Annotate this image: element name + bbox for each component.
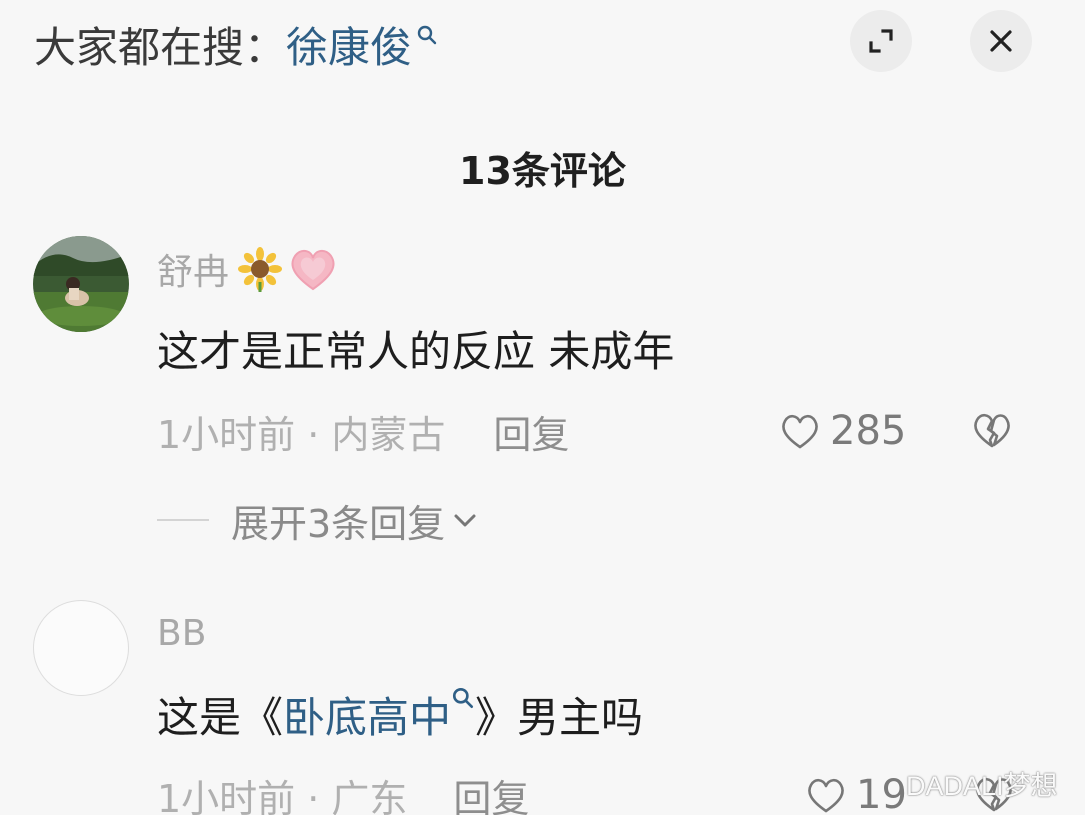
search-suggestion[interactable]: 大家都在搜： 徐康俊 xyxy=(34,14,438,74)
comment-meta: 1小时前 · 内蒙古 回复 xyxy=(157,404,569,458)
expand-replies-divider xyxy=(157,519,209,521)
close-button[interactable] xyxy=(970,10,1032,72)
heart-outline-icon xyxy=(782,414,818,449)
comment-username[interactable]: 舒冉 xyxy=(157,242,339,296)
comment-text: 这才是正常人的反应 未成年 xyxy=(157,327,675,376)
reply-button[interactable]: 回复 xyxy=(453,768,529,815)
comment-text: 这是《卧底高中 》男主吗 xyxy=(157,684,643,745)
search-icon xyxy=(417,25,437,45)
reply-button[interactable]: 回复 xyxy=(493,404,569,459)
comment-username[interactable]: BB xyxy=(157,608,206,658)
expand-replies-label: 展开3条回复 xyxy=(231,501,446,546)
dislike-button[interactable] xyxy=(970,410,1014,454)
comment-time-location: 1小时前 · 内蒙古 xyxy=(157,412,446,457)
broken-heart-icon xyxy=(974,413,1010,448)
search-term-link[interactable]: 卧底高中 xyxy=(283,693,451,742)
watermark: DADALI梦想 xyxy=(906,771,1058,801)
sunflower-icon xyxy=(238,247,283,292)
comment-time-location: 1小时前 · 广东 xyxy=(157,776,408,815)
search-term-link[interactable]: 徐康俊 xyxy=(286,14,412,75)
chevron-down-icon xyxy=(454,514,476,527)
avatar[interactable] xyxy=(33,600,129,696)
expand-button[interactable] xyxy=(850,10,912,72)
like-count: 19 xyxy=(856,772,907,815)
heart-icon xyxy=(291,250,335,291)
like-button[interactable]: 285 xyxy=(778,404,906,458)
expand-replies-button[interactable]: 展开3条回复 xyxy=(157,494,479,546)
comment-panel: 大家都在搜： 徐康俊 13条评论 舒冉 这才是正常人的反应 未成年 1小时前 ·… xyxy=(0,0,1085,815)
comment-meta: 1小时前 · 广东 回复 xyxy=(157,768,529,815)
avatar-photo xyxy=(33,236,129,332)
like-button[interactable]: 19 xyxy=(804,768,907,815)
close-icon xyxy=(990,30,1012,52)
avatar[interactable] xyxy=(33,236,129,332)
expand-icon xyxy=(869,29,893,53)
heart-outline-icon xyxy=(808,778,844,813)
search-icon xyxy=(452,687,474,709)
like-count: 285 xyxy=(830,408,907,454)
comments-count-title: 13条评论 xyxy=(459,149,626,193)
search-prefix: 大家都在搜： xyxy=(34,22,287,72)
